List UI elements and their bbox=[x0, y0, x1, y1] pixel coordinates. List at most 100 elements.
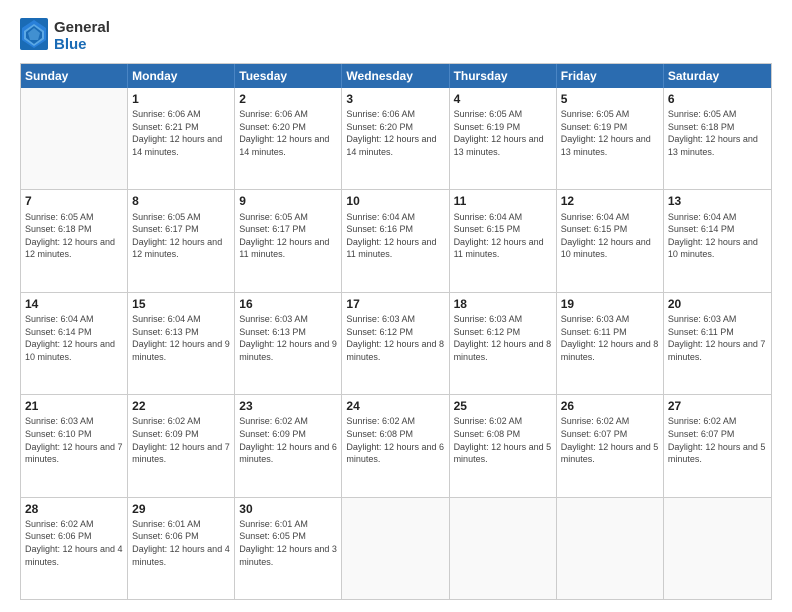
sunrise: Sunrise: 6:01 AM bbox=[132, 518, 230, 531]
calendar-cell: 27Sunrise: 6:02 AMSunset: 6:07 PMDayligh… bbox=[664, 395, 771, 496]
day-number: 11 bbox=[454, 193, 552, 209]
day-info: Sunrise: 6:04 AMSunset: 6:15 PMDaylight:… bbox=[561, 211, 659, 261]
daylight: Daylight: 12 hours and 9 minutes. bbox=[239, 338, 337, 363]
daylight: Daylight: 12 hours and 13 minutes. bbox=[668, 133, 767, 158]
calendar-cell: 20Sunrise: 6:03 AMSunset: 6:11 PMDayligh… bbox=[664, 293, 771, 394]
day-number: 10 bbox=[346, 193, 444, 209]
daylight: Daylight: 12 hours and 13 minutes. bbox=[561, 133, 659, 158]
day-number: 25 bbox=[454, 398, 552, 414]
day-info: Sunrise: 6:02 AMSunset: 6:09 PMDaylight:… bbox=[132, 415, 230, 465]
sunrise: Sunrise: 6:05 AM bbox=[132, 211, 230, 224]
daylight: Daylight: 12 hours and 8 minutes. bbox=[561, 338, 659, 363]
day-info: Sunrise: 6:01 AMSunset: 6:05 PMDaylight:… bbox=[239, 518, 337, 568]
sunrise: Sunrise: 6:03 AM bbox=[25, 415, 123, 428]
calendar-cell bbox=[450, 498, 557, 599]
sunset: Sunset: 6:16 PM bbox=[346, 223, 444, 236]
day-info: Sunrise: 6:03 AMSunset: 6:11 PMDaylight:… bbox=[561, 313, 659, 363]
calendar-cell: 10Sunrise: 6:04 AMSunset: 6:16 PMDayligh… bbox=[342, 190, 449, 291]
calendar-cell: 1Sunrise: 6:06 AMSunset: 6:21 PMDaylight… bbox=[128, 88, 235, 189]
daylight: Daylight: 12 hours and 13 minutes. bbox=[454, 133, 552, 158]
sunrise: Sunrise: 6:03 AM bbox=[668, 313, 767, 326]
sunrise: Sunrise: 6:02 AM bbox=[25, 518, 123, 531]
calendar-cell: 19Sunrise: 6:03 AMSunset: 6:11 PMDayligh… bbox=[557, 293, 664, 394]
header-day-thursday: Thursday bbox=[450, 64, 557, 88]
daylight: Daylight: 12 hours and 5 minutes. bbox=[454, 441, 552, 466]
day-number: 9 bbox=[239, 193, 337, 209]
sunrise: Sunrise: 6:03 AM bbox=[239, 313, 337, 326]
day-info: Sunrise: 6:06 AMSunset: 6:20 PMDaylight:… bbox=[346, 108, 444, 158]
day-info: Sunrise: 6:05 AMSunset: 6:19 PMDaylight:… bbox=[454, 108, 552, 158]
calendar-header: SundayMondayTuesdayWednesdayThursdayFrid… bbox=[21, 64, 771, 88]
calendar-cell: 11 Sunrise: 6:04 AMSunset: 6:15 PMDayligh… bbox=[450, 190, 557, 291]
daylight: Daylight: 12 hours and 10 minutes. bbox=[668, 236, 767, 261]
day-number: 28 bbox=[25, 501, 123, 517]
sunset: Sunset: 6:14 PM bbox=[668, 223, 767, 236]
sunset: Sunset: 6:09 PM bbox=[239, 428, 337, 441]
daylight: Daylight: 12 hours and 6 minutes. bbox=[346, 441, 444, 466]
calendar-cell: 9Sunrise: 6:05 AMSunset: 6:17 PMDaylight… bbox=[235, 190, 342, 291]
day-info: Sunrise: 6:03 AMSunset: 6:12 PMDaylight:… bbox=[346, 313, 444, 363]
day-info: Sunrise: 6:03 AMSunset: 6:11 PMDaylight:… bbox=[668, 313, 767, 363]
day-number: 21 bbox=[25, 398, 123, 414]
sunset: Sunset: 6:09 PM bbox=[132, 428, 230, 441]
sunset: Sunset: 6:20 PM bbox=[346, 121, 444, 134]
calendar-cell bbox=[342, 498, 449, 599]
calendar-body: 1Sunrise: 6:06 AMSunset: 6:21 PMDaylight… bbox=[21, 88, 771, 599]
day-number: 22 bbox=[132, 398, 230, 414]
day-info: Sunrise: 6:02 AMSunset: 6:08 PMDaylight:… bbox=[454, 415, 552, 465]
calendar-row-1: 1Sunrise: 6:06 AMSunset: 6:21 PMDaylight… bbox=[21, 88, 771, 189]
daylight: Daylight: 12 hours and 11 minutes. bbox=[346, 236, 444, 261]
calendar-cell: 28Sunrise: 6:02 AMSunset: 6:06 PMDayligh… bbox=[21, 498, 128, 599]
sunset: Sunset: 6:06 PM bbox=[25, 530, 123, 543]
day-number: 18 bbox=[454, 296, 552, 312]
sunset: Sunset: 6:18 PM bbox=[25, 223, 123, 236]
sunset: Sunset: 6:05 PM bbox=[239, 530, 337, 543]
daylight: Daylight: 12 hours and 7 minutes. bbox=[668, 338, 767, 363]
day-number: 23 bbox=[239, 398, 337, 414]
header-day-tuesday: Tuesday bbox=[235, 64, 342, 88]
calendar-cell: 15Sunrise: 6:04 AMSunset: 6:13 PMDayligh… bbox=[128, 293, 235, 394]
sunrise: Sunrise: 6:04 AM bbox=[25, 313, 123, 326]
sunset: Sunset: 6:19 PM bbox=[561, 121, 659, 134]
calendar-cell bbox=[557, 498, 664, 599]
calendar-row-5: 28Sunrise: 6:02 AMSunset: 6:06 PMDayligh… bbox=[21, 497, 771, 599]
day-info: Sunrise: 6:02 AMSunset: 6:07 PMDaylight:… bbox=[668, 415, 767, 465]
calendar-cell: 22Sunrise: 6:02 AMSunset: 6:09 PMDayligh… bbox=[128, 395, 235, 496]
header-day-friday: Friday bbox=[557, 64, 664, 88]
sunset: Sunset: 6:11 PM bbox=[668, 326, 767, 339]
sunset: Sunset: 6:08 PM bbox=[346, 428, 444, 441]
sunset: Sunset: 6:07 PM bbox=[668, 428, 767, 441]
daylight: Daylight: 12 hours and 10 minutes. bbox=[25, 338, 123, 363]
sunset: Sunset: 6:08 PM bbox=[454, 428, 552, 441]
day-number: 5 bbox=[561, 91, 659, 107]
day-number: 8 bbox=[132, 193, 230, 209]
sunrise: Sunrise: 6:04 AM bbox=[561, 211, 659, 224]
calendar-cell: 13Sunrise: 6:04 AMSunset: 6:14 PMDayligh… bbox=[664, 190, 771, 291]
day-info: Sunrise: 6:04 AMSunset: 6:14 PMDaylight:… bbox=[668, 211, 767, 261]
sunrise: Sunrise: 6:05 AM bbox=[454, 108, 552, 121]
sunset: Sunset: 6:21 PM bbox=[132, 121, 230, 134]
day-info: Sunrise: 6:02 AMSunset: 6:08 PMDaylight:… bbox=[346, 415, 444, 465]
calendar-cell: 2Sunrise: 6:06 AMSunset: 6:20 PMDaylight… bbox=[235, 88, 342, 189]
daylight: Daylight: 12 hours and 5 minutes. bbox=[561, 441, 659, 466]
day-info: Sunrise: 6:05 AMSunset: 6:17 PMDaylight:… bbox=[132, 211, 230, 261]
day-info: Sunrise: 6:04 AMSunset: 6:14 PMDaylight:… bbox=[25, 313, 123, 363]
sunset: Sunset: 6:15 PM bbox=[561, 223, 659, 236]
day-number: 19 bbox=[561, 296, 659, 312]
sunrise: Sunrise: 6:05 AM bbox=[561, 108, 659, 121]
day-info: Sunrise: 6:04 AMSunset: 6:13 PMDaylight:… bbox=[132, 313, 230, 363]
calendar-row-2: 7Sunrise: 6:05 AMSunset: 6:18 PMDaylight… bbox=[21, 189, 771, 291]
day-number: 17 bbox=[346, 296, 444, 312]
sunset: Sunset: 6:12 PM bbox=[454, 326, 552, 339]
day-info: Sunrise: 6:03 AMSunset: 6:12 PMDaylight:… bbox=[454, 313, 552, 363]
sunrise: Sunrise: 6:04 AM bbox=[132, 313, 230, 326]
day-info: Sunrise: 6:04 AMSunset: 6:15 PMDaylight:… bbox=[454, 211, 552, 261]
calendar-cell: 17Sunrise: 6:03 AMSunset: 6:12 PMDayligh… bbox=[342, 293, 449, 394]
sunrise: Sunrise: 6:05 AM bbox=[668, 108, 767, 121]
sunset: Sunset: 6:13 PM bbox=[239, 326, 337, 339]
day-number: 26 bbox=[561, 398, 659, 414]
sunset: Sunset: 6:07 PM bbox=[561, 428, 659, 441]
page-header: General Blue bbox=[20, 18, 772, 55]
calendar-cell: 26Sunrise: 6:02 AMSunset: 6:07 PMDayligh… bbox=[557, 395, 664, 496]
daylight: Daylight: 12 hours and 11 minutes. bbox=[239, 236, 337, 261]
